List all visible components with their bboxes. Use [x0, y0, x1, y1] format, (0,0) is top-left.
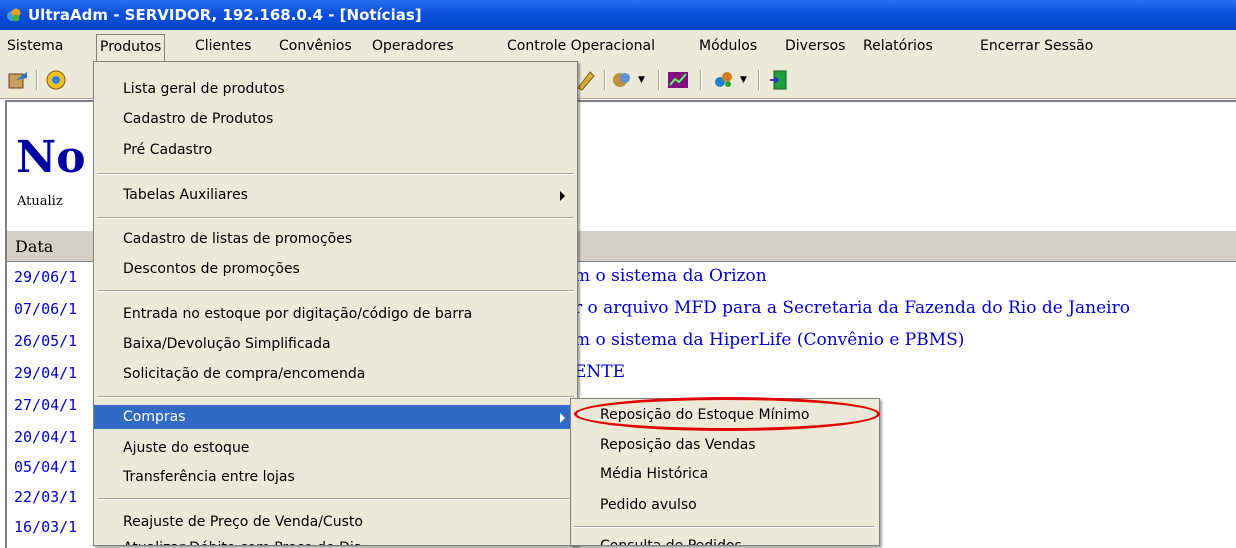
menu-item-entrada-estoque[interactable]: Entrada no estoque por digitação/código …: [94, 302, 577, 326]
menu-item-label: Pedido avulso: [600, 497, 697, 513]
menu-relatorios[interactable]: Relatórios: [860, 37, 936, 61]
menu-sistema[interactable]: Sistema: [4, 37, 66, 61]
menu-item-label: Baixa/Devolução Simplificada: [123, 336, 331, 352]
menu-item-label: Reajuste de Preço de Venda/Custo: [123, 514, 363, 530]
menu-bar: Sistema Produtos Clientes Convênios Oper…: [0, 30, 1236, 63]
column-header-data[interactable]: Data: [15, 237, 53, 256]
menu-separator: [97, 173, 574, 175]
menu-item-label: Lista geral de produtos: [123, 81, 285, 97]
menu-operadores[interactable]: Operadores: [369, 37, 457, 61]
chevron-down-icon[interactable]: ▼: [638, 75, 645, 85]
door-icon[interactable]: [768, 68, 792, 92]
menu-separator: [97, 290, 574, 292]
menu-separator: [97, 217, 574, 219]
menu-item-media-historica[interactable]: Média Histórica: [571, 461, 879, 487]
chevron-right-icon: [560, 413, 565, 423]
chevron-right-icon: [560, 191, 565, 201]
news-date[interactable]: 22/03/1: [14, 488, 77, 506]
menu-item-descontos-promocoes[interactable]: Descontos de promoções: [94, 257, 577, 281]
menu-item-cadastro-produtos[interactable]: Cadastro de Produtos: [94, 107, 577, 131]
news-date[interactable]: 27/04/1: [14, 396, 77, 414]
network-icon[interactable]: [712, 68, 736, 92]
menu-encerrar-sessao[interactable]: Encerrar Sessão: [977, 37, 1096, 61]
chevron-down-icon[interactable]: ▼: [740, 75, 747, 85]
news-date[interactable]: 16/03/1: [14, 518, 77, 536]
menu-item-transferencia-lojas[interactable]: Transferência entre lojas: [94, 465, 577, 489]
news-date[interactable]: 05/04/1: [14, 458, 77, 476]
menu-item-reajuste-preco[interactable]: Reajuste de Preço de Venda/Custo: [94, 510, 577, 534]
exit-icon[interactable]: [6, 68, 30, 92]
window-title: UltraAdm - SERVIDOR, 192.168.0.4 - [Notí…: [28, 6, 422, 24]
menu-item-consulta-pedidos[interactable]: Consulta de Pedidos: [571, 533, 879, 546]
news-date[interactable]: 20/04/1: [14, 428, 77, 446]
menu-item-baixa-devolucao[interactable]: Baixa/Devolução Simplificada: [94, 332, 577, 356]
menu-item-label: Atualizar Débito com Preço do Dia: [123, 536, 362, 545]
title-bar: UltraAdm - SERVIDOR, 192.168.0.4 - [Notí…: [0, 0, 1236, 30]
compras-submenu: Reposição do Estoque Mínimo Reposição da…: [570, 398, 880, 546]
menu-item-label: Entrada no estoque por digitação/código …: [123, 306, 473, 322]
menu-item-label: Cadastro de listas de promoções: [123, 231, 353, 247]
menu-item-label: Pré Cadastro: [123, 142, 213, 158]
menu-item-label: Solicitação de compra/encomenda: [123, 366, 366, 382]
menu-item-label: Descontos de promoções: [123, 261, 300, 277]
menu-item-lista-geral[interactable]: Lista geral de produtos: [94, 77, 577, 101]
news-date[interactable]: 29/04/1: [14, 364, 77, 382]
menu-item-ajuste-estoque[interactable]: Ajuste do estoque: [94, 436, 577, 460]
page-title: No: [16, 132, 86, 183]
menu-item-label: Consulta de Pedidos: [600, 538, 742, 546]
menu-item-cadastro-listas-promocoes[interactable]: Cadastro de listas de promoções: [94, 227, 577, 251]
menu-item-label: Tabelas Auxiliares: [123, 187, 248, 203]
menu-item-pre-cadastro[interactable]: Pré Cadastro: [94, 138, 577, 162]
menu-item-reposicao-vendas[interactable]: Reposição das Vendas: [571, 432, 879, 458]
menu-item-atualizar-debito[interactable]: Atualizar Débito com Preço do Dia: [94, 536, 577, 545]
toolbar-separator: [36, 70, 38, 90]
menu-item-solicitacao-compra[interactable]: Solicitação de compra/encomenda: [94, 362, 577, 386]
menu-separator: [574, 526, 874, 528]
menu-item-label: Reposição do Estoque Mínimo: [600, 407, 810, 423]
menu-modulos[interactable]: Módulos: [696, 37, 760, 61]
chart-icon[interactable]: [666, 68, 690, 92]
menu-item-compras[interactable]: Compras: [94, 405, 577, 429]
menu-separator: [97, 396, 574, 398]
menu-clientes[interactable]: Clientes: [192, 37, 254, 61]
toolbar-separator: [604, 70, 606, 90]
shield-icon[interactable]: [610, 68, 634, 92]
toolbar-separator: [658, 70, 660, 90]
menu-item-label: Reposição das Vendas: [600, 437, 756, 453]
menu-item-tabelas-auxiliares[interactable]: Tabelas Auxiliares: [94, 183, 577, 207]
updated-label: Atualiz: [17, 194, 63, 209]
news-title[interactable]: m o sistema da HiperLife (Convênio e PBM…: [574, 330, 964, 350]
menu-item-pedido-avulso[interactable]: Pedido avulso: [571, 492, 879, 518]
menu-item-label: Média Histórica: [600, 466, 709, 482]
menu-item-reposicao-estoque-minimo[interactable]: Reposição do Estoque Mínimo: [571, 402, 879, 428]
news-title[interactable]: ENTE: [574, 362, 625, 382]
menu-item-label: Cadastro de Produtos: [123, 111, 274, 127]
news-date[interactable]: 07/06/1: [14, 300, 77, 318]
app-logo-icon: [7, 8, 21, 22]
news-date[interactable]: 26/05/1: [14, 332, 77, 350]
menu-separator: [97, 498, 574, 500]
globe-icon[interactable]: [44, 68, 68, 92]
news-title[interactable]: m o sistema da Orizon: [574, 266, 767, 286]
menu-item-label: Transferência entre lojas: [123, 469, 295, 485]
news-date[interactable]: 29/06/1: [14, 268, 77, 286]
produtos-dropdown-menu: Lista geral de produtos Cadastro de Prod…: [93, 61, 578, 546]
menu-convenios[interactable]: Convênios: [276, 37, 355, 61]
menu-item-label: Compras: [123, 409, 186, 425]
news-title[interactable]: r o arquivo MFD para a Secretaria da Faz…: [574, 298, 1130, 318]
menu-diversos[interactable]: Diversos: [782, 37, 848, 61]
menu-controle-operacional[interactable]: Controle Operacional: [504, 37, 658, 61]
toolbar-separator: [700, 70, 702, 90]
menu-produtos[interactable]: Produtos: [96, 34, 166, 61]
menu-item-label: Ajuste do estoque: [123, 440, 250, 456]
toolbar-separator: [758, 70, 760, 90]
